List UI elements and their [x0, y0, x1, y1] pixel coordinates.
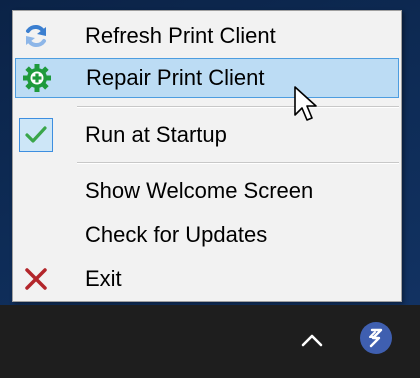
menu-item-show-welcome-screen[interactable]: Show Welcome Screen	[15, 171, 399, 211]
menu-separator	[77, 162, 399, 164]
menu-item-label: Refresh Print Client	[85, 23, 276, 48]
menu-item-label: Repair Print Client	[86, 65, 265, 90]
print-client-icon[interactable]	[360, 322, 392, 354]
checkmark-icon	[19, 118, 53, 152]
mouse-cursor-icon	[294, 86, 318, 126]
gear-icon	[22, 63, 52, 93]
menu-item-exit[interactable]: Exit	[15, 259, 399, 299]
chevron-up-icon[interactable]	[296, 326, 328, 354]
menu-item-label: Exit	[85, 266, 122, 291]
menu-item-repair-print-client[interactable]: Repair Print Client	[15, 58, 399, 98]
menu-item-label: Show Welcome Screen	[85, 178, 314, 203]
close-x-icon	[21, 264, 51, 294]
taskbar	[0, 305, 420, 378]
menu-item-refresh-print-client[interactable]: Refresh Print Client	[15, 16, 399, 56]
menu-item-label: Check for Updates	[85, 222, 268, 247]
context-menu: Refresh Print Client Repair Print Client…	[12, 10, 402, 302]
menu-separator	[77, 106, 399, 108]
refresh-icon	[21, 21, 51, 51]
menu-item-label: Run at Startup	[85, 122, 227, 147]
menu-item-run-at-startup[interactable]: Run at Startup	[15, 115, 399, 155]
menu-item-check-for-updates[interactable]: Check for Updates	[15, 215, 399, 255]
